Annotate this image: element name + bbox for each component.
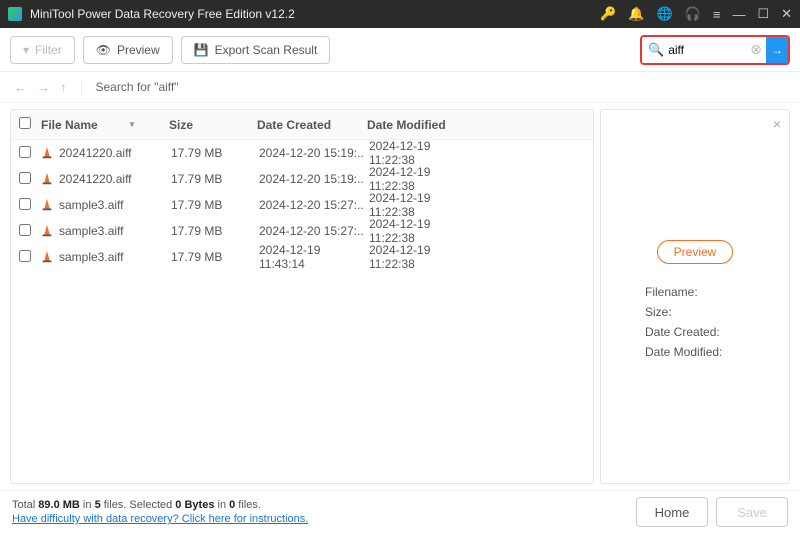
search-input[interactable] [668,43,746,57]
file-modified: 2024-12-19 11:22:38 [369,139,479,167]
file-type-icon [39,198,55,212]
globe-icon[interactable]: 🌐 [656,6,672,22]
breadcrumb: Search for "aiff" [96,80,179,94]
headset-icon[interactable]: 🎧 [685,6,701,22]
table-row[interactable]: 20241220.aiff17.79 MB2024-12-20 15:19:..… [11,166,593,192]
minimize-icon[interactable]: — [732,7,745,22]
file-created: 2024-12-19 11:43:14 [259,243,369,271]
preview-created-label: Date Created: [645,322,775,342]
select-all-checkbox[interactable] [19,117,31,129]
file-type-icon [39,172,55,186]
save-icon: 💾 [194,43,209,57]
search-go-button[interactable]: → [766,37,788,63]
up-icon[interactable]: ↑ [60,80,67,95]
table-row[interactable]: 20241220.aiff17.79 MB2024-12-20 15:19:..… [11,140,593,166]
file-created: 2024-12-20 15:19:.. [259,146,369,160]
file-modified: 2024-12-19 11:22:38 [369,243,479,271]
preview-filename-label: Filename: [645,282,775,302]
clear-search-icon[interactable]: ⊗ [750,41,762,58]
file-name: 20241220.aiff [59,172,171,186]
file-rows: 20241220.aiff17.79 MB2024-12-20 15:19:..… [11,140,593,270]
key-icon[interactable]: 🔑 [600,6,616,22]
row-checkbox[interactable] [19,146,31,158]
file-type-icon [39,250,55,264]
sort-caret-icon: ▾ [130,119,135,130]
preview-panel: × Preview Filename: Size: Date Created: … [600,109,790,484]
file-created: 2024-12-20 15:27:.. [259,198,369,212]
row-checkbox[interactable] [19,198,31,210]
file-name: sample3.aiff [59,198,171,212]
file-modified: 2024-12-19 11:22:38 [369,191,479,219]
file-size: 17.79 MB [171,146,259,160]
file-name: sample3.aiff [59,224,171,238]
preview-action-button[interactable]: Preview [657,240,734,264]
toolbar: ▾ Filter 👁 Preview 💾 Export Scan Result … [0,28,800,72]
filter-button[interactable]: ▾ Filter [10,36,75,64]
table-row[interactable]: sample3.aiff17.79 MB2024-12-20 15:27:..2… [11,192,593,218]
close-icon[interactable]: ✕ [781,6,792,22]
eye-icon: 👁 [96,43,111,57]
col-modified-header[interactable]: Date Modified [367,118,477,132]
export-button[interactable]: 💾 Export Scan Result [181,36,331,64]
menu-icon[interactable]: ≡ [713,7,721,22]
nav-row: ← → ↑ Search for "aiff" [0,72,800,102]
footer: Total 89.0 MB in 5 files. Selected 0 Byt… [0,490,800,533]
row-checkbox[interactable] [19,172,31,184]
file-created: 2024-12-20 15:19:.. [259,172,369,186]
search-box[interactable]: 🔍 ⊗ → [640,35,790,65]
table-row[interactable]: sample3.aiff17.79 MB2024-12-20 15:27:..2… [11,218,593,244]
app-title: MiniTool Power Data Recovery Free Editio… [30,7,600,21]
row-checkbox[interactable] [19,250,31,262]
file-size: 17.79 MB [171,198,259,212]
back-icon[interactable]: ← [14,80,27,95]
forward-icon[interactable]: → [37,80,50,95]
file-size: 17.79 MB [171,250,259,264]
col-name-header[interactable]: File Name▾ [39,118,169,132]
titlebar: MiniTool Power Data Recovery Free Editio… [0,0,800,28]
save-button[interactable]: Save [716,497,788,527]
preview-modified-label: Date Modified: [645,342,775,362]
column-headers: File Name▾ Size Date Created Date Modifi… [11,110,593,140]
file-type-icon [39,146,55,160]
preview-button[interactable]: 👁 Preview [83,36,173,64]
file-created: 2024-12-20 15:27:.. [259,224,369,238]
col-size-header[interactable]: Size [169,118,257,132]
file-list-panel: File Name▾ Size Date Created Date Modifi… [10,109,594,484]
footer-stats: Total 89.0 MB in 5 files. Selected 0 Byt… [12,499,308,511]
file-modified: 2024-12-19 11:22:38 [369,217,479,245]
home-button[interactable]: Home [636,497,708,527]
file-name: 20241220.aiff [59,146,171,160]
file-size: 17.79 MB [171,172,259,186]
help-link[interactable]: Have difficulty with data recovery? Clic… [12,513,308,525]
file-size: 17.79 MB [171,224,259,238]
file-type-icon [39,224,55,238]
maximize-icon[interactable]: ☐ [757,6,769,22]
table-row[interactable]: sample3.aiff17.79 MB2024-12-19 11:43:142… [11,244,593,270]
bell-icon[interactable]: 🔔 [628,6,644,22]
filter-icon: ▾ [23,43,29,57]
search-icon: 🔍 [648,42,664,58]
file-modified: 2024-12-19 11:22:38 [369,165,479,193]
app-logo [8,7,22,21]
preview-size-label: Size: [645,302,775,322]
row-checkbox[interactable] [19,224,31,236]
file-name: sample3.aiff [59,250,171,264]
close-preview-icon[interactable]: × [773,116,781,132]
col-created-header[interactable]: Date Created [257,118,367,132]
